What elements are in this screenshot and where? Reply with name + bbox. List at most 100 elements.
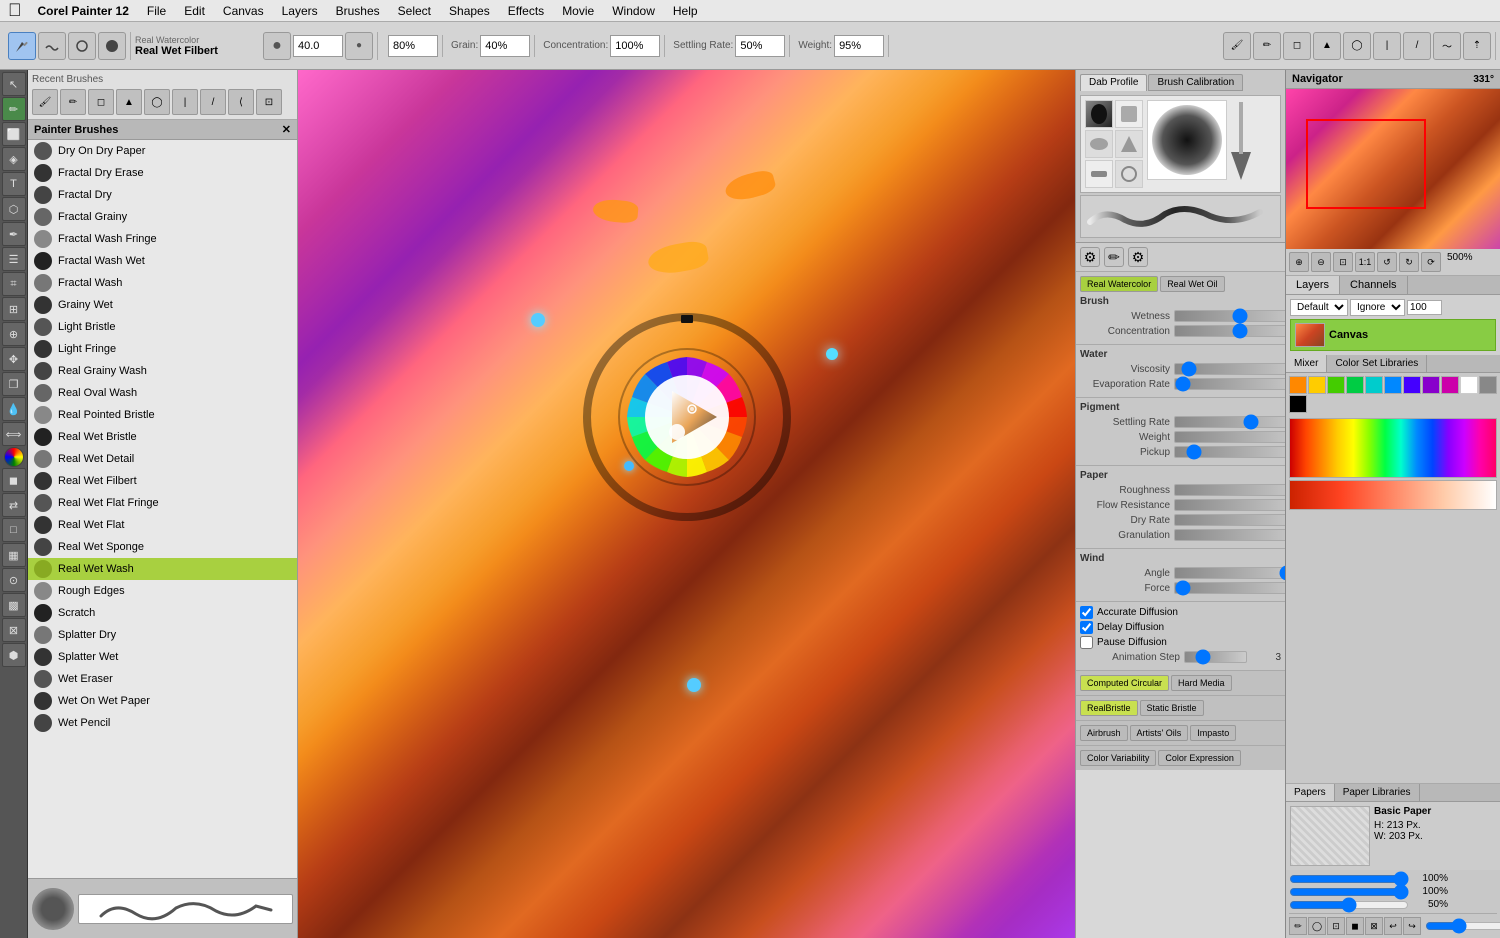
- tool-pen[interactable]: ✒: [2, 222, 26, 246]
- nav-fit[interactable]: ⊡: [1333, 252, 1353, 272]
- brush-item-1[interactable]: Fractal Dry Erase: [28, 162, 297, 184]
- paper-slider-2[interactable]: [1289, 887, 1409, 897]
- tool-mirror[interactable]: ⟺: [2, 422, 26, 446]
- canvas-area[interactable]: [298, 70, 1075, 938]
- swatch-lime[interactable]: [1346, 376, 1364, 394]
- brush-item-0[interactable]: Dry On Dry Paper: [28, 140, 297, 162]
- recent-brush-5[interactable]: ◯: [144, 89, 170, 115]
- tool-gradient[interactable]: ▦: [2, 543, 26, 567]
- recent-brush-8[interactable]: ⟨: [228, 89, 254, 115]
- force-slider[interactable]: [1174, 582, 1285, 594]
- menu-file[interactable]: File: [139, 2, 174, 20]
- wetness-slider[interactable]: [1174, 310, 1285, 322]
- brush-item-2[interactable]: Fractal Dry: [28, 184, 297, 206]
- canvas-layer[interactable]: Canvas: [1290, 319, 1496, 351]
- viscosity-slider[interactable]: [1174, 363, 1285, 375]
- tool-nozzle[interactable]: ⊙: [2, 568, 26, 592]
- dab-shape-3[interactable]: [1085, 130, 1113, 158]
- preserve-select[interactable]: Ignore: [1350, 299, 1405, 316]
- nav-rotate-left[interactable]: ↺: [1377, 252, 1397, 272]
- tip-btn-2[interactable]: ◯: [1308, 917, 1326, 935]
- nav-zoom-out[interactable]: ⊖: [1311, 252, 1331, 272]
- evaporation-slider[interactable]: [1174, 378, 1285, 390]
- swatch-gray[interactable]: [1479, 376, 1497, 394]
- tool-eraser[interactable]: ⬜: [2, 122, 26, 146]
- color-variability-tab[interactable]: Color Variability: [1080, 750, 1156, 766]
- real-bristle-tab[interactable]: RealBristle: [1080, 700, 1138, 716]
- paper-slider-3[interactable]: [1289, 900, 1409, 910]
- tip-btn-1[interactable]: ✏: [1289, 917, 1307, 935]
- brush-item-20[interactable]: Rough Edges: [28, 580, 297, 602]
- tool-pan[interactable]: ✥: [2, 347, 26, 371]
- round-btn[interactable]: [98, 32, 126, 60]
- tool-text[interactable]: T: [2, 172, 26, 196]
- canvas-image[interactable]: [298, 70, 1075, 938]
- brush-list[interactable]: Dry On Dry PaperFractal Dry EraseFractal…: [28, 140, 297, 878]
- size-increase-btn[interactable]: ●: [345, 32, 373, 60]
- swatch-blue[interactable]: [1384, 376, 1402, 394]
- real-watercolor-tab[interactable]: Real Watercolor: [1080, 276, 1158, 292]
- color-wheel-overlay[interactable]: [577, 307, 797, 527]
- dab-shape-4[interactable]: [1115, 130, 1143, 158]
- brush-item-10[interactable]: Real Grainy Wash: [28, 360, 297, 382]
- color-gradient-bar[interactable]: [1289, 418, 1497, 478]
- dab-profile-tab[interactable]: Dab Profile: [1080, 74, 1147, 91]
- tool-lasso[interactable]: ↖: [2, 72, 26, 96]
- tool-dropper[interactable]: 💧: [2, 397, 26, 421]
- tip-btn-4[interactable]: ◼: [1346, 917, 1364, 935]
- brush-tip-btn9[interactable]: ⇡: [1463, 32, 1491, 60]
- menu-layers[interactable]: Layers: [274, 2, 326, 20]
- swatch-orange[interactable]: [1289, 376, 1307, 394]
- nav-rotate-right[interactable]: ↻: [1399, 252, 1419, 272]
- recent-brush-3[interactable]: ◻: [88, 89, 114, 115]
- menu-canvas[interactable]: Canvas: [215, 2, 272, 20]
- painter-brushes-close[interactable]: ✕: [282, 123, 291, 136]
- delay-diffusion-check[interactable]: [1080, 621, 1093, 634]
- concentration-slider[interactable]: [1174, 325, 1285, 337]
- tool-zoom[interactable]: ⊕: [2, 322, 26, 346]
- tip-btn-5[interactable]: ⊠: [1365, 917, 1383, 935]
- settling-input[interactable]: [735, 35, 785, 57]
- blend-mode-select[interactable]: Default: [1290, 299, 1348, 316]
- impasto-tab[interactable]: Impasto: [1190, 725, 1236, 741]
- color-detail-gradient[interactable]: [1289, 480, 1497, 510]
- brush-item-7[interactable]: Grainy Wet: [28, 294, 297, 316]
- apple-menu[interactable]: : [8, 0, 22, 21]
- brush-item-16[interactable]: Real Wet Flat Fringe: [28, 492, 297, 514]
- color-expression-tab[interactable]: Color Expression: [1158, 750, 1241, 766]
- paper-slider-1[interactable]: [1289, 874, 1409, 884]
- settings-btn-1[interactable]: ⚙: [1080, 247, 1100, 267]
- brush-item-11[interactable]: Real Oval Wash: [28, 382, 297, 404]
- brush-item-24[interactable]: Wet Eraser: [28, 668, 297, 690]
- menu-window[interactable]: Window: [604, 2, 663, 20]
- menu-corel[interactable]: Corel Painter 12: [30, 2, 137, 20]
- brush-item-26[interactable]: Wet Pencil: [28, 712, 297, 734]
- settings-btn-2[interactable]: ✏: [1104, 247, 1124, 267]
- menu-select[interactable]: Select: [390, 2, 439, 20]
- tip-btn-6[interactable]: ↩: [1384, 917, 1402, 935]
- tool-transform[interactable]: ⊞: [2, 297, 26, 321]
- swatch-teal[interactable]: [1365, 376, 1383, 394]
- recent-brush-4[interactable]: ▲: [116, 89, 142, 115]
- tip-btn-3[interactable]: ⊡: [1327, 917, 1345, 935]
- tool-crop[interactable]: ⌗: [2, 272, 26, 296]
- swatch-purple[interactable]: [1422, 376, 1440, 394]
- mixer-tab[interactable]: Mixer: [1286, 355, 1327, 372]
- dab-shape-1[interactable]: [1085, 100, 1113, 128]
- brush-item-21[interactable]: Scratch: [28, 602, 297, 624]
- weight-input[interactable]: [834, 35, 884, 57]
- nav-reset[interactable]: ⟳: [1421, 252, 1441, 272]
- real-wet-oil-tab[interactable]: Real Wet Oil: [1160, 276, 1224, 292]
- layers-tab[interactable]: Layers: [1286, 276, 1340, 294]
- tool-color2[interactable]: ◼: [2, 468, 26, 492]
- weight-slider[interactable]: [1174, 431, 1285, 443]
- airbrush-tab[interactable]: Airbrush: [1080, 725, 1128, 741]
- layer-opacity-input[interactable]: [1407, 300, 1442, 315]
- brush-tool-btn[interactable]: [8, 32, 36, 60]
- settling-rate-slider[interactable]: [1174, 416, 1285, 428]
- brush-item-12[interactable]: Real Pointed Bristle: [28, 404, 297, 426]
- brush-item-5[interactable]: Fractal Wash Wet: [28, 250, 297, 272]
- tool-fill[interactable]: ◈: [2, 147, 26, 171]
- artists-oils-tab[interactable]: Artists' Oils: [1130, 725, 1189, 741]
- recent-brush-2[interactable]: ✏: [60, 89, 86, 115]
